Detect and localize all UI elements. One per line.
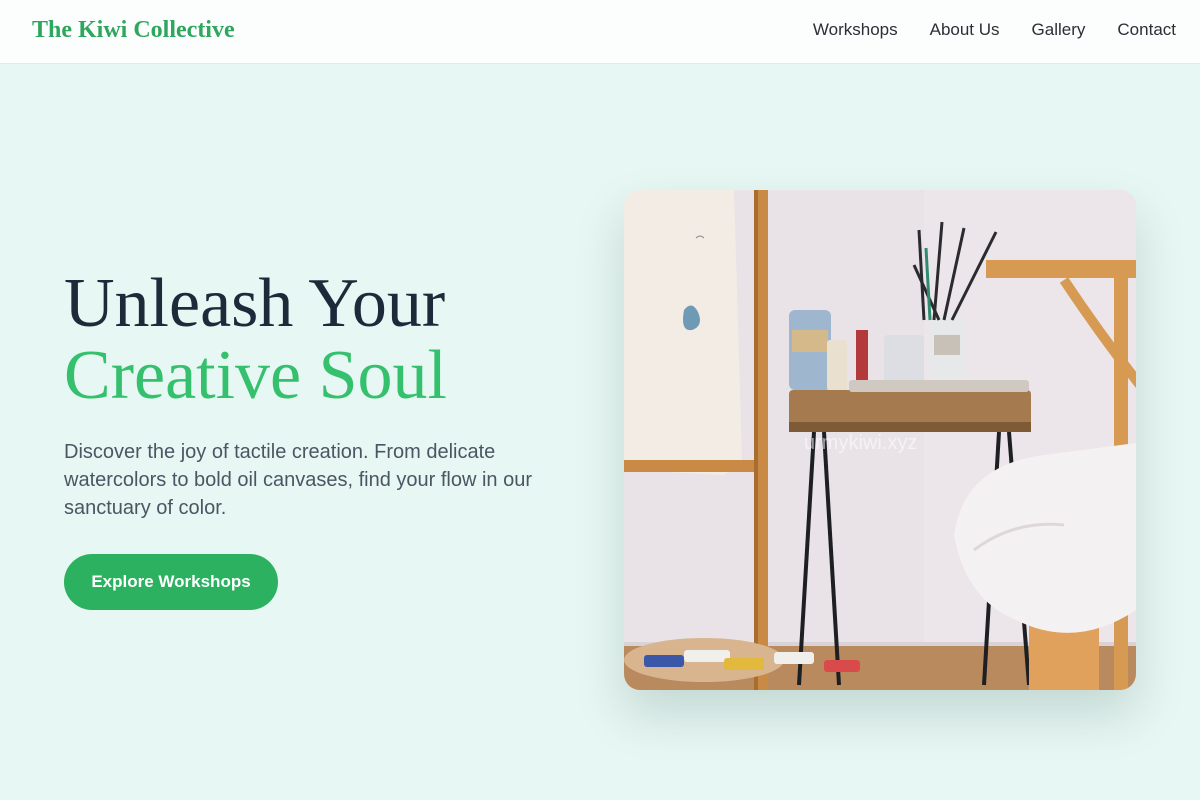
- hero-description: Discover the joy of tactile creation. Fr…: [64, 441, 533, 519]
- explore-workshops-button[interactable]: Explore Workshops: [64, 554, 278, 610]
- logo[interactable]: The Kiwi Collective: [32, 17, 235, 44]
- image-watermark: urmykiwi.xyz: [804, 432, 918, 454]
- hero-title: Unleash Your Creative Soul: [64, 268, 447, 412]
- nav-link-gallery[interactable]: Gallery: [1032, 20, 1086, 40]
- nav-link-workshops[interactable]: Workshops: [813, 20, 898, 40]
- hero-title-line-2: Creative Soul: [64, 337, 447, 414]
- nav-links: Workshops About Us Gallery Contact: [813, 20, 1176, 40]
- navbar: The Kiwi Collective Workshops About Us G…: [0, 0, 1200, 64]
- nav-link-contact[interactable]: Contact: [1117, 20, 1176, 40]
- hero-title-line-1: Unleash Your: [64, 265, 446, 342]
- hero-image-art-studio: urmykiwi.xyz: [624, 190, 1136, 690]
- nav-link-about-us[interactable]: About Us: [930, 20, 1000, 40]
